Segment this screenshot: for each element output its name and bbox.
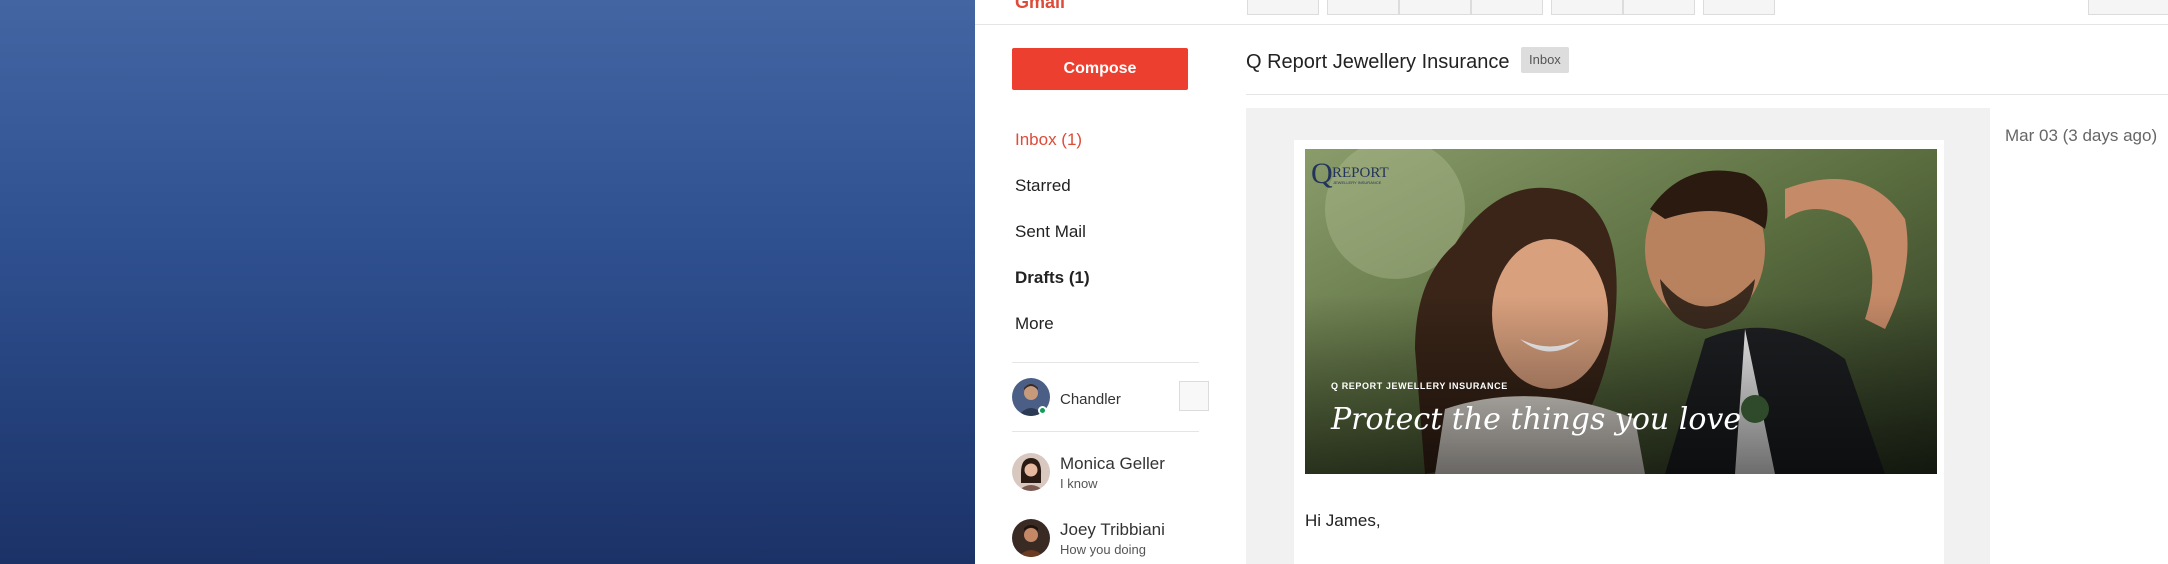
desktop-background (0, 0, 975, 564)
online-status-icon (1038, 406, 1047, 415)
hero-image: Q REPORT JEWELLERY INSURANCE Q REPORT JE… (1305, 149, 1937, 474)
subject-divider (1246, 94, 2168, 95)
contact-last-message: How you doing (1060, 542, 1146, 557)
settings-button[interactable] (2088, 0, 2168, 15)
compose-button[interactable]: Compose (1012, 48, 1188, 90)
contact-chandler[interactable]: Chandler (1012, 378, 1209, 422)
delete-button[interactable] (1471, 0, 1543, 15)
contacts-divider (1012, 431, 1199, 432)
sidebar-divider (1012, 362, 1199, 363)
archive-button[interactable] (1327, 0, 1399, 15)
contact-name: Monica Geller (1060, 454, 1165, 473)
spam-button[interactable] (1399, 0, 1471, 15)
inbox-label-badge[interactable]: Inbox (1521, 47, 1569, 73)
contact-joey[interactable]: Joey Tribbiani How you doing (1012, 519, 1202, 563)
nav-drafts[interactable]: Drafts (1) (1015, 268, 1090, 288)
email-date: Mar 03 (3 days ago) (2005, 126, 2158, 145)
nav-inbox[interactable]: Inbox (1) (1015, 130, 1082, 150)
hero-tagline: Q REPORT JEWELLERY INSURANCE (1331, 381, 1508, 391)
message-body-area: Q REPORT JEWELLERY INSURANCE Q REPORT JE… (1246, 108, 1990, 564)
nav-more[interactable]: More (1015, 314, 1054, 334)
labels-button[interactable] (1623, 0, 1695, 15)
contact-monica[interactable]: Monica Geller I know (1012, 453, 1202, 497)
nav-sent-mail[interactable]: Sent Mail (1015, 222, 1086, 242)
email-content: Q REPORT JEWELLERY INSURANCE Q REPORT JE… (1294, 140, 1944, 564)
contact-name: Chandler (1060, 391, 1121, 408)
gmail-logo[interactable]: Gmail (1015, 0, 1065, 13)
hero-headline: Protect the things you love (1330, 402, 1741, 437)
avatar (1012, 519, 1050, 557)
hangout-settings-button[interactable] (1179, 381, 1209, 411)
more-actions-button[interactable] (1703, 0, 1775, 15)
email-greeting: Hi James, (1305, 511, 1381, 530)
move-to-button[interactable] (1551, 0, 1623, 15)
contact-last-message: I know (1060, 476, 1098, 491)
logo-subtitle: JEWELLERY INSURANCE (1333, 180, 1382, 185)
contact-name: Joey Tribbiani (1060, 520, 1165, 539)
logo-word: REPORT (1332, 165, 1389, 181)
email-subject: Q Report Jewellery Insurance (1246, 51, 1510, 73)
avatar (1012, 453, 1050, 491)
logo-letter: Q (1311, 157, 1333, 190)
select-button[interactable] (1247, 0, 1319, 15)
gmail-window: Gmail Compose Inbox (1) Starred Sent Mai… (975, 0, 2168, 564)
nav-starred[interactable]: Starred (1015, 176, 1071, 196)
toolbar: Gmail (975, 0, 2168, 25)
